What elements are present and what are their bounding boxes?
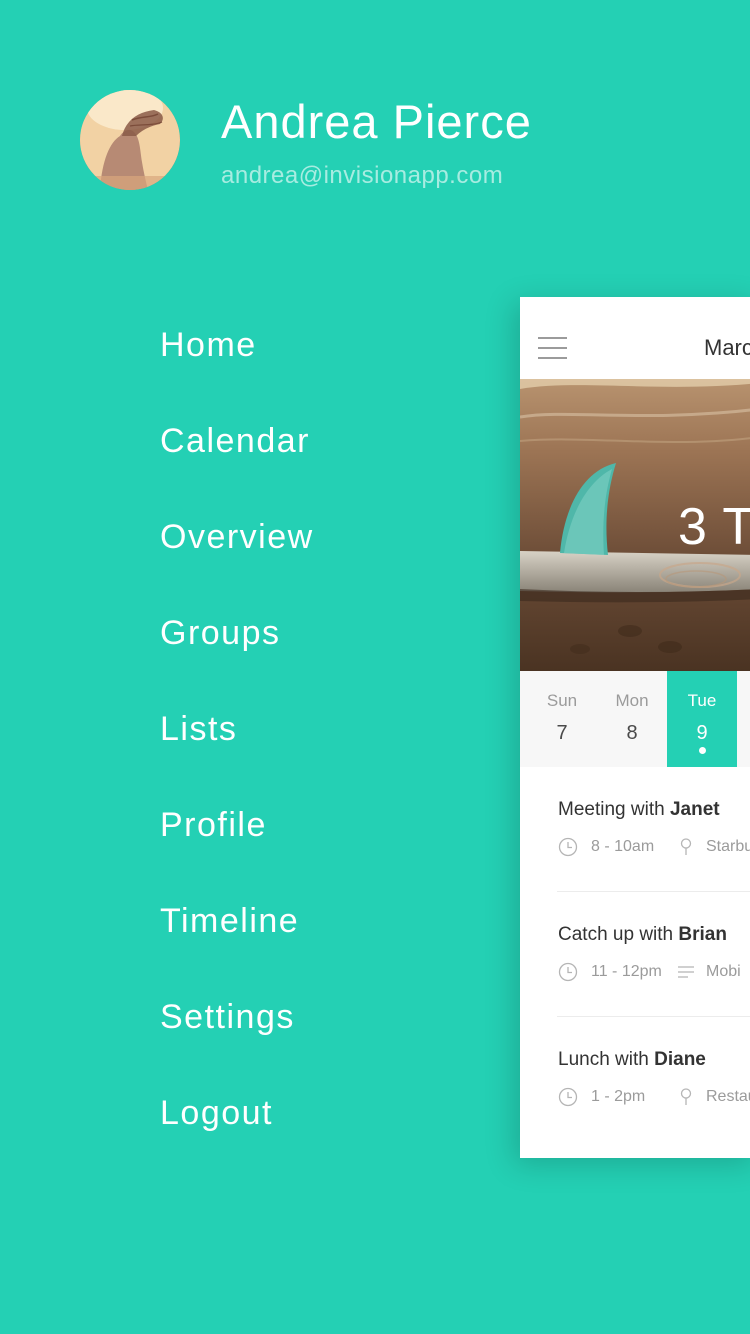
clock-icon	[558, 1087, 578, 1107]
event-item[interactable]: Lunch with Diane 1 - 2pm Restau	[520, 1017, 750, 1142]
event-place: Mobi	[706, 963, 741, 980]
event-title: Catch up with Brian	[558, 924, 727, 946]
clock-icon	[558, 962, 578, 982]
menu-item-calendar[interactable]: Calendar	[160, 411, 314, 507]
location-pin-icon	[676, 1087, 696, 1107]
event-time: 1 - 2pm	[591, 1088, 646, 1105]
event-title: Meeting with Janet	[558, 799, 720, 821]
event-time: 8 - 10am	[591, 838, 655, 855]
day-mon[interactable]: Mon 8	[597, 671, 667, 767]
avatar-photo	[80, 90, 180, 190]
day-number: 7	[556, 722, 568, 744]
day-number: 8	[626, 722, 638, 744]
menu-item-profile[interactable]: Profile	[160, 795, 314, 891]
event-person: Brian	[678, 924, 727, 945]
event-title-text: Catch up with	[558, 924, 679, 945]
event-time: 11 - 12pm	[591, 963, 662, 980]
user-email: andrea@invisionapp.com	[221, 162, 504, 189]
event-item[interactable]: Meeting with Janet 8 - 10am Starbu	[520, 767, 750, 892]
menu-item-groups[interactable]: Groups	[160, 603, 314, 699]
week-day-selector: Sun 7 Mon 8 Tue 9	[520, 671, 750, 767]
month-title: Marc	[704, 335, 750, 360]
event-place: Starbu	[706, 838, 750, 855]
day-sun[interactable]: Sun 7	[527, 671, 597, 767]
day-name: Mon	[615, 691, 649, 710]
menu-item-timeline[interactable]: Timeline	[160, 891, 314, 987]
day-number: 9	[696, 722, 708, 744]
event-title-text: Meeting with	[558, 799, 670, 820]
menu-item-lists[interactable]: Lists	[160, 699, 314, 795]
hero-task-count: 3 Ta	[678, 498, 750, 556]
day-name: Sun	[546, 691, 578, 710]
day-tue-selected[interactable]: Tue 9	[667, 671, 737, 767]
user-name: Andrea Pierce	[221, 95, 532, 148]
card-header: Marc	[520, 297, 750, 379]
event-item[interactable]: Catch up with Brian 11 - 12pm Mobi	[520, 892, 750, 1017]
menu-item-settings[interactable]: Settings	[160, 987, 314, 1083]
event-title: Lunch with Diane	[558, 1049, 706, 1071]
day-name: Tue	[687, 691, 717, 710]
hamburger-menu-icon[interactable]	[538, 337, 567, 361]
notes-icon	[676, 962, 696, 982]
event-list: Meeting with Janet 8 - 10am Starbu Catch…	[520, 767, 750, 1142]
menu-item-home[interactable]: Home	[160, 315, 314, 411]
avatar[interactable]	[80, 90, 180, 190]
hero-image: 3 Ta	[520, 379, 750, 671]
event-indicator-dot	[698, 747, 706, 754]
menu-item-logout[interactable]: Logout	[160, 1083, 314, 1179]
event-person: Diane	[654, 1049, 706, 1070]
main-screen-preview[interactable]: Marc 3 T Sun 7 Mon 8 Tue 9 Meeting with …	[520, 297, 750, 1158]
event-person: Janet	[669, 799, 720, 820]
location-pin-icon	[676, 837, 696, 857]
clock-icon	[558, 837, 578, 857]
menu-item-overview[interactable]: Overview	[160, 507, 314, 603]
event-place: Restau	[706, 1088, 750, 1105]
side-menu: Home Calendar Overview Groups Lists Prof…	[160, 315, 314, 1179]
event-title-text: Lunch with	[558, 1049, 655, 1070]
